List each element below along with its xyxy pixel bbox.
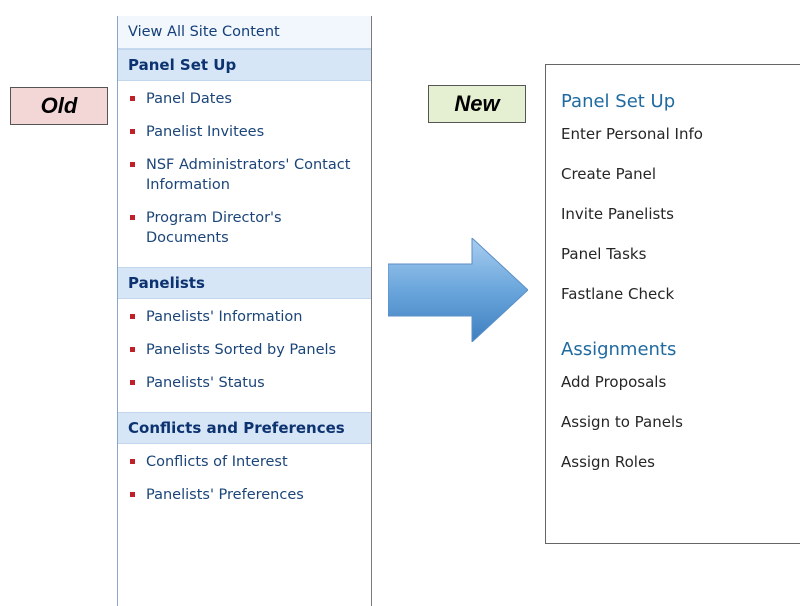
square-bullet-icon [130, 314, 135, 319]
old-nav-item-panelists-information[interactable]: Panelists' Information [118, 303, 371, 331]
old-section-header-panel-set-up[interactable]: Panel Set Up [118, 49, 371, 81]
new-nav-item-panel-tasks[interactable]: Panel Tasks [561, 245, 800, 263]
square-bullet-icon [130, 459, 135, 464]
new-nav-item-add-proposals[interactable]: Add Proposals [561, 373, 800, 391]
old-section-items-panel-set-up: Panel Dates Panelist Invitees NSF Admini… [118, 81, 371, 267]
old-nav-item-label: Panelists Sorted by Panels [146, 342, 337, 358]
new-navigation-panel: Panel Set Up Enter Personal Info Create … [545, 64, 800, 544]
square-bullet-icon [130, 162, 135, 167]
view-all-site-content-link[interactable]: View All Site Content [118, 16, 371, 49]
old-section-items-panelists: Panelists' Information Panelists Sorted … [118, 299, 371, 412]
old-nav-item-label: Conflicts of Interest [146, 454, 288, 470]
old-nav-item-label: Program Director's Documents [146, 210, 282, 246]
old-section-header-panelists[interactable]: Panelists [118, 267, 371, 299]
new-label: New [428, 85, 526, 123]
old-nav-item-panelists-preferences[interactable]: Panelists' Preferences [118, 481, 371, 509]
new-section-header-panel-set-up: Panel Set Up [561, 91, 676, 112]
old-nav-item-label: Panelists' Preferences [146, 487, 304, 503]
old-nav-item-label: Panelists' Information [146, 309, 303, 325]
old-nav-item-label: Panelists' Status [146, 375, 265, 391]
square-bullet-icon [130, 492, 135, 497]
old-nav-item-panel-dates[interactable]: Panel Dates [118, 85, 371, 113]
new-nav-item-assign-to-panels[interactable]: Assign to Panels [561, 413, 800, 431]
old-quick-launch-nav: View All Site Content Panel Set Up Panel… [117, 16, 372, 606]
old-nav-item-conflicts-of-interest[interactable]: Conflicts of Interest [118, 448, 371, 476]
new-nav-item-create-panel[interactable]: Create Panel [561, 165, 800, 183]
square-bullet-icon [130, 129, 135, 134]
square-bullet-icon [130, 380, 135, 385]
new-nav-item-assign-roles[interactable]: Assign Roles [561, 453, 800, 471]
old-nav-item-panelist-invitees[interactable]: Panelist Invitees [118, 118, 371, 146]
square-bullet-icon [130, 96, 135, 101]
old-nav-item-panelists-status[interactable]: Panelists' Status [118, 369, 371, 397]
square-bullet-icon [130, 215, 135, 220]
old-nav-item-label: Panel Dates [146, 91, 232, 107]
old-label: Old [10, 87, 108, 125]
old-nav-item-panelists-sorted-by-panels[interactable]: Panelists Sorted by Panels [118, 336, 371, 364]
right-arrow-icon [388, 238, 528, 342]
new-section-header-assignments: Assignments [561, 339, 677, 360]
new-nav-item-enter-personal-info[interactable]: Enter Personal Info [561, 125, 800, 143]
old-nav-item-nsf-administrators-contact[interactable]: NSF Administrators' Contact Information [118, 151, 371, 199]
old-nav-item-label: NSF Administrators' Contact Information [146, 157, 351, 193]
old-nav-item-label: Panelist Invitees [146, 124, 265, 140]
square-bullet-icon [130, 347, 135, 352]
old-section-header-conflicts-and-preferences[interactable]: Conflicts and Preferences [118, 412, 371, 444]
new-nav-item-fastlane-check[interactable]: Fastlane Check [561, 285, 800, 303]
old-nav-item-program-director-documents[interactable]: Program Director's Documents [118, 204, 371, 252]
new-nav-item-invite-panelists[interactable]: Invite Panelists [561, 205, 800, 223]
old-section-items-conflicts: Conflicts of Interest Panelists' Prefere… [118, 444, 371, 524]
